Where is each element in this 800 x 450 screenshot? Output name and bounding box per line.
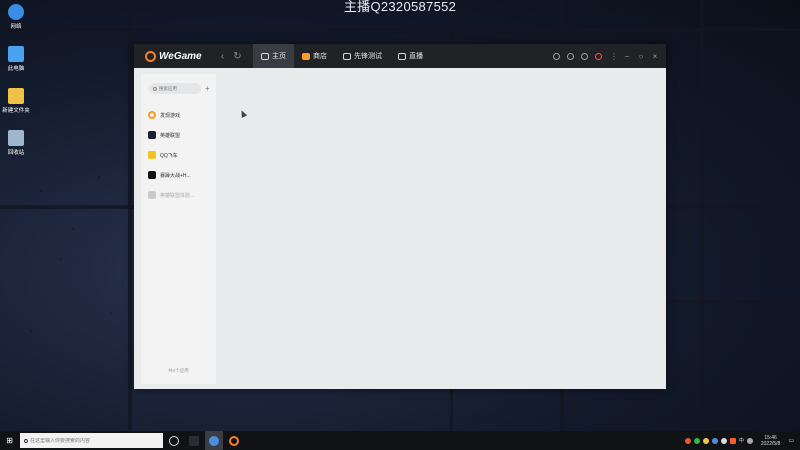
tray-app-icon[interactable] — [720, 437, 727, 444]
task-view-icon[interactable] — [165, 431, 183, 450]
ime-indicator[interactable]: 中 — [739, 437, 744, 444]
menu-icon[interactable]: ⋮ — [610, 52, 618, 61]
list-item[interactable]: QQ飞车 — [148, 145, 213, 165]
search-icon — [153, 86, 157, 91]
notification-center-icon[interactable]: ▭ — [788, 437, 794, 444]
taskbar-search[interactable] — [20, 433, 163, 448]
desktop-icon-label: 网络 — [10, 24, 22, 30]
tab-label: 先锋测试 — [354, 53, 382, 60]
recycle-bin-icon — [8, 130, 24, 146]
avatar-icon[interactable] — [595, 52, 602, 60]
store-icon — [302, 52, 310, 60]
list-item[interactable]: 英雄联盟体验... — [148, 185, 213, 205]
tab-label: 主页 — [272, 53, 286, 60]
wegame-taskbar-icon[interactable] — [225, 431, 243, 450]
desktop-icon-network[interactable]: 网络 — [0, 4, 32, 30]
list-item[interactable]: 英雄联盟 — [148, 125, 213, 145]
game-label: 英雄联盟体验... — [160, 192, 195, 199]
live-icon — [398, 52, 406, 60]
desktop-icon-computer[interactable]: 此电脑 — [0, 46, 32, 72]
tab-label: 直播 — [409, 53, 423, 60]
game-label: 发现游戏 — [160, 112, 181, 119]
computer-icon — [8, 46, 24, 62]
refresh-icon[interactable]: ↻ — [230, 51, 245, 62]
tray-app-icon[interactable] — [684, 437, 691, 444]
windows-start-icon[interactable]: ⊞ — [0, 431, 19, 450]
tab-pioneer-test[interactable]: 先锋测试 — [335, 44, 390, 68]
wegame-window: WeGame ‹ ↻ 主页 商店 先锋测试 直播 ⋮ − ○ × 搜索应用 + … — [134, 44, 666, 389]
app-count: 共4个应用 — [168, 368, 189, 373]
system-tray: 中 15:46 2022/5/8 ▭ — [682, 435, 794, 447]
tray-app-icon[interactable] — [693, 437, 700, 444]
list-item[interactable]: 发现游戏 — [148, 105, 213, 125]
tray-app-icon[interactable] — [702, 437, 709, 444]
sidebar-search: + — [149, 83, 210, 94]
tray-app-icon[interactable] — [711, 437, 718, 444]
search-box[interactable] — [149, 83, 201, 94]
discover-games-icon — [148, 111, 156, 119]
wegame-logo-icon — [145, 50, 156, 62]
minimize-icon[interactable]: − — [624, 52, 630, 61]
title-actions: ⋮ − ○ × — [546, 52, 658, 61]
desktop-icon-label: 回收站 — [7, 150, 25, 156]
game-sidebar: + 发现游戏 英雄联盟 QQ飞车 暴躁大战+H... 英雄联盟体验... — [141, 74, 216, 384]
qq-speed-icon — [148, 151, 156, 159]
add-game-button[interactable]: + — [205, 84, 210, 93]
desktop-icon-label: 新建文件夹 — [2, 108, 30, 114]
list-item[interactable]: 暴躁大战+H... — [148, 165, 213, 185]
network-icon — [8, 4, 24, 20]
game-label: 暴躁大战+H... — [160, 172, 191, 179]
desktop-icon-folder[interactable]: 新建文件夹 — [0, 88, 32, 114]
clock-date: 2022/5/8 — [760, 440, 781, 447]
game-label: QQ飞车 — [160, 152, 178, 159]
league-of-legends-icon — [148, 131, 156, 139]
volume-icon[interactable] — [746, 437, 753, 444]
game-label: 英雄联盟 — [160, 132, 181, 139]
back-icon[interactable]: ‹ — [215, 51, 230, 62]
clock[interactable]: 15:46 2022/5/8 — [761, 435, 780, 447]
taskbar-search-input[interactable] — [30, 437, 150, 444]
lol-test-icon — [148, 191, 156, 199]
home-icon — [261, 52, 269, 60]
tab-live[interactable]: 直播 — [390, 44, 431, 68]
sogou-ime-icon[interactable] — [729, 437, 736, 444]
close-icon[interactable]: × — [652, 52, 658, 61]
game-icon — [148, 171, 156, 179]
maximize-icon[interactable]: ○ — [638, 52, 644, 61]
notification-icon[interactable] — [553, 52, 560, 60]
gift-icon[interactable] — [567, 52, 574, 60]
shirt-icon[interactable] — [581, 52, 588, 60]
file-explorer-icon[interactable] — [185, 431, 203, 450]
game-list: 发现游戏 英雄联盟 QQ飞车 暴躁大战+H... 英雄联盟体验... — [148, 105, 213, 205]
tab-store[interactable]: 商店 — [294, 44, 335, 68]
title-bar[interactable]: WeGame ‹ ↻ 主页 商店 先锋测试 直播 ⋮ − ○ × — [134, 44, 666, 68]
tab-label: 商店 — [313, 53, 327, 60]
desktop-icon-label: 此电脑 — [7, 66, 25, 72]
desktop-icon-recycle-bin[interactable]: 回收站 — [0, 130, 32, 156]
search-input[interactable] — [159, 86, 199, 91]
stream-watermark: 主播Q2320587552 — [343, 0, 457, 14]
folder-icon — [8, 88, 24, 104]
wegame-logo[interactable]: WeGame — [145, 50, 215, 62]
test-icon — [343, 52, 351, 60]
search-icon — [24, 438, 28, 443]
taskbar: ⊞ 中 15:46 2022/5/8 ▭ — [0, 431, 800, 450]
tab-home[interactable]: 主页 — [253, 44, 294, 68]
logo-text: WeGame — [159, 50, 202, 62]
sogou-app-icon[interactable] — [205, 431, 223, 450]
